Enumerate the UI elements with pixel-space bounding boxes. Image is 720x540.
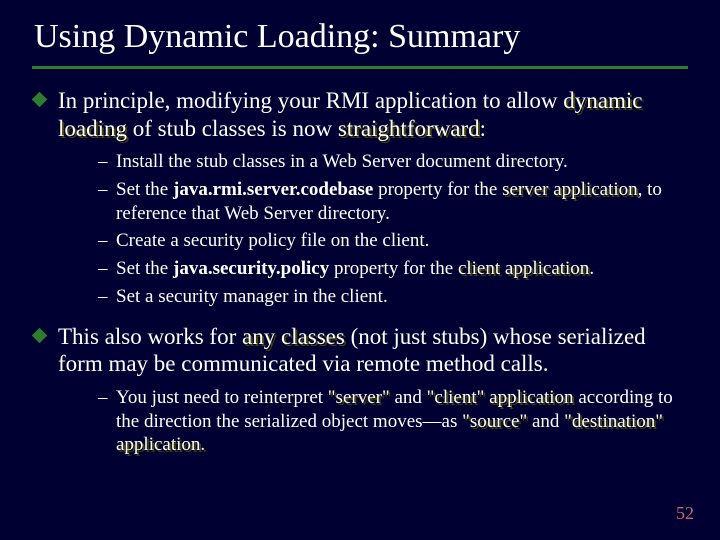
text: and [390,387,427,408]
text: Set the [116,179,173,200]
sub-item: You just need to reinterpret "server" an… [98,386,692,457]
emph-destination: "destination" [564,411,663,432]
text: Create a security policy file on the cli… [116,230,429,251]
title-underline [32,66,688,69]
text: . [589,258,594,279]
emph-application2: application. [116,434,205,455]
text: You just need to reinterpret [116,387,328,408]
emph-source: "source" [462,411,527,432]
sub-item: Create a security policy file on the cli… [98,229,692,253]
bullet-1: In principle, modifying your RMI applica… [28,87,692,142]
emph-client: "client" [427,387,485,408]
sub-list-2: You just need to reinterpret "server" an… [28,386,692,457]
code-policy: java.security.policy [173,258,329,279]
text: Install the stub classes in a Web Server… [116,151,568,172]
code-codebase: java.rmi.server.codebase [173,179,373,200]
page-number: 52 [676,503,694,524]
text: and [527,411,564,432]
text: property for the [329,258,458,279]
text: of stub classes is now [127,116,338,141]
sub-item: Install the stub classes in a Web Server… [98,150,692,174]
diamond-icon [32,327,48,343]
slide-title: Using Dynamic Loading: Summary [34,18,692,56]
text: Set a security manager in the client. [116,286,388,307]
sub-item: Set the java.security.policy property fo… [98,257,692,281]
text: : [480,116,486,141]
sub-item: Set the java.rmi.server.codebase propert… [98,178,692,226]
emph-straightforward: straightforward [338,116,480,141]
bullet-list: In principle, modifying your RMI applica… [28,87,692,142]
sub-list-1: Install the stub classes in a Web Server… [28,150,692,309]
emph-client-application: client application [458,258,589,279]
text: In principle, modifying your RMI applica… [58,88,563,113]
slide: Using Dynamic Loading: Summary In princi… [0,0,720,540]
bullet-2: This also works for any classes (not jus… [28,323,692,378]
sub-item: Set a security manager in the client. [98,285,692,309]
text: property for the [373,179,502,200]
text: This also works for [58,324,242,349]
emph-server: "server" [328,387,390,408]
emph-application: application [484,387,573,408]
text: Set the [116,258,173,279]
emph-server-application: server application [502,179,638,200]
bullet-list-2: This also works for any classes (not jus… [28,323,692,378]
diamond-icon [32,92,48,108]
emph-any-classes: any classes [242,324,345,349]
